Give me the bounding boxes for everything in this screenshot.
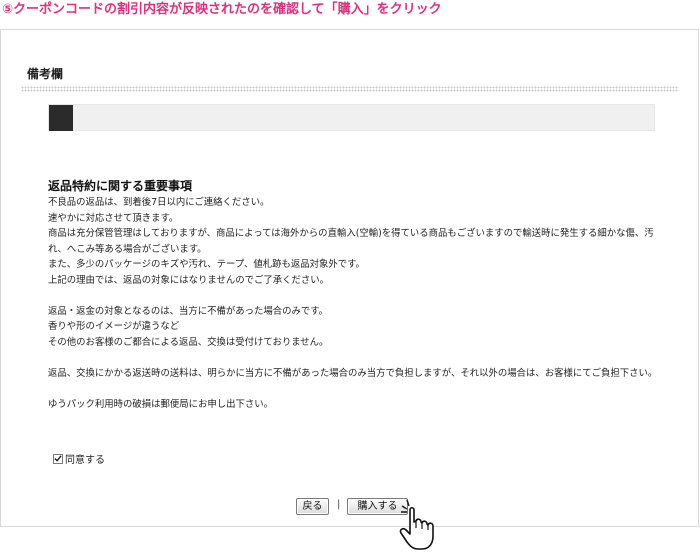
dotted-divider — [21, 86, 679, 92]
policy-line: 香りや形のイメージが違うなど — [48, 321, 180, 332]
policy-line: また、多少のパッケージのキズや汚れ、テープ、値札跡も返品対象外です。 — [48, 259, 365, 270]
checkmark-icon — [54, 455, 62, 462]
policy-line: 上記の理由では、返品の対象にはなりませんのでご了承ください。 — [48, 274, 329, 286]
remarks-heading: 備考欄 — [27, 67, 64, 81]
policy-line: 商品は充分保管管理はしておりますが、商品によっては海外からの直輸入(空輸)を得て… — [48, 228, 654, 255]
button-separator: | — [337, 499, 341, 510]
policy-line: 不良品の返品は、到着後7日以内にご連絡ください。 — [48, 197, 270, 208]
hand-pointer-icon — [399, 499, 434, 550]
agree-checkbox-row[interactable]: 同意する — [53, 451, 105, 466]
remarks-input[interactable] — [48, 104, 655, 131]
remarks-marker-icon — [49, 105, 73, 131]
policy-line: ゆうパック利用時の破損は郵便局にお申し出下さい。 — [48, 398, 274, 410]
instruction-caption: ⑤クーポンコードの割引内容が反映されたのを確認して「購入」をクリック — [2, 2, 442, 17]
return-policy-title: 返品特約に関する重要事項 — [48, 179, 193, 193]
agree-label: 同意する — [65, 455, 105, 466]
policy-line: その他のお客様のご都合による返品、交換は受付けておりません。 — [48, 336, 329, 348]
agree-checkbox[interactable] — [53, 453, 63, 464]
back-button[interactable]: 戻る — [296, 498, 329, 515]
policy-line: 返品・返金の対象となるのは、当方に不備があった場合のみです。 — [48, 305, 329, 317]
policy-line: 速やかに対応させて頂きます。 — [48, 212, 179, 224]
policy-line: 返品、交換にかかる返送時の送料は、明らかに当方に不備があった場合のみ当方で負担し… — [48, 367, 658, 379]
return-policy-text: 不良品の返品は、到着後7日以内にご連絡ください。 速やかに対応させて頂きます。 … — [48, 195, 668, 412]
